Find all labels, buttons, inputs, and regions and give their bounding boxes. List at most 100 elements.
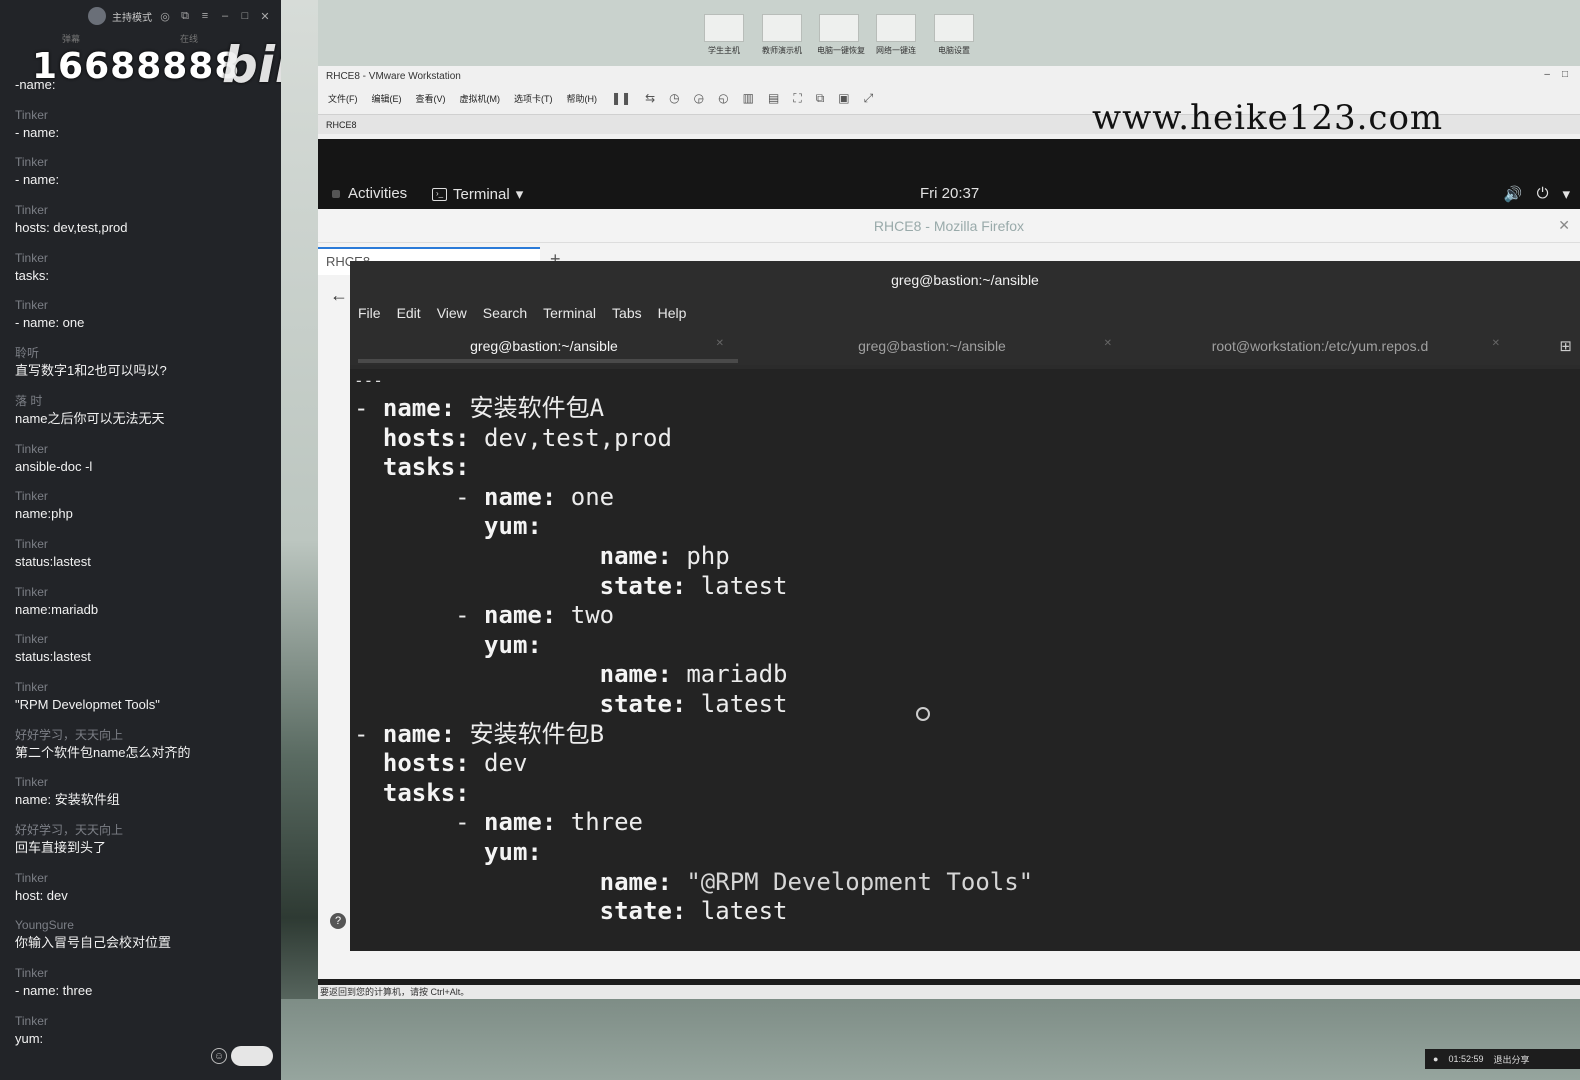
terminal-tab[interactable]: greg@bastion:~/ansible ✕ xyxy=(738,327,1126,365)
send-toggle[interactable] xyxy=(231,1046,273,1066)
chat-username[interactable]: Tinker xyxy=(15,249,275,267)
desktop-icon[interactable]: 电脑设置 xyxy=(932,14,976,55)
menu-tabs[interactable]: Tabs xyxy=(612,305,642,321)
pause-icon[interactable]: ❚❚ xyxy=(611,91,631,105)
chat-username[interactable]: Tinker xyxy=(15,153,275,171)
console-icon[interactable]: ▣ xyxy=(838,91,849,105)
activities-label: Activities xyxy=(348,185,408,202)
menu-vm[interactable]: 虚拟机(M) xyxy=(460,92,501,105)
chat-message: Tinker status:lastest xyxy=(15,630,275,678)
unity-icon[interactable]: ⧉ xyxy=(816,91,825,106)
minimize-icon[interactable]: – xyxy=(1544,69,1550,80)
menu-icon[interactable]: ≡ xyxy=(198,9,212,23)
emoji-icon[interactable]: ☺ xyxy=(211,1048,227,1064)
vmware-statusbar: 要返回到您的计算机，请按 Ctrl+Alt。 xyxy=(318,985,1580,999)
terminal-line: yum: xyxy=(354,838,1580,868)
activities-button[interactable]: Activities xyxy=(332,185,407,202)
stop-share-button[interactable]: 退出分享 xyxy=(1493,1053,1529,1066)
close-icon[interactable]: ✕ xyxy=(1104,338,1112,349)
desktop-icon[interactable]: 网络一键连 xyxy=(874,14,918,55)
close-icon[interactable]: ✕ xyxy=(1492,338,1500,349)
back-arrow-icon[interactable]: ← xyxy=(330,285,348,306)
stretch-icon[interactable]: ⤢ xyxy=(864,91,874,106)
menu-edit[interactable]: Edit xyxy=(397,305,421,321)
chat-username[interactable]: Tinker xyxy=(15,201,275,219)
chat-username[interactable]: 好好学习，天天向上 xyxy=(15,726,275,744)
sidebar-icon[interactable]: ▥ xyxy=(743,91,754,105)
revert-snapshot-icon[interactable]: ◶ xyxy=(694,91,704,105)
menu-help[interactable]: 帮助(H) xyxy=(567,92,598,105)
avatar[interactable] xyxy=(88,7,106,25)
snapshot-manager-icon[interactable]: ◵ xyxy=(718,91,728,105)
terminal-tab[interactable]: root@workstation:/etc/yum.repos.d ✕ xyxy=(1126,327,1514,365)
close-icon[interactable]: ✕ xyxy=(258,9,272,23)
terminal-line: hosts: dev,test,prod xyxy=(354,424,1580,454)
maximize-icon[interactable]: □ xyxy=(238,9,252,23)
chat-username[interactable]: Tinker xyxy=(15,487,275,505)
minimize-icon[interactable]: – xyxy=(218,9,232,23)
popout-icon[interactable]: ⧉ xyxy=(178,9,192,23)
chat-username[interactable]: Tinker xyxy=(15,773,275,791)
chat-username[interactable]: Tinker xyxy=(15,630,275,648)
terminal-line: hosts: dev xyxy=(354,749,1580,779)
menu-file[interactable]: 文件(F) xyxy=(328,92,358,105)
chat-username[interactable]: Tinker xyxy=(15,106,275,124)
thumbnail-icon[interactable]: ▤ xyxy=(768,91,779,105)
terminal-line: --- xyxy=(354,371,383,390)
desktop-icon[interactable]: 学生主机 xyxy=(702,14,746,55)
yaml-colon: : xyxy=(455,453,470,482)
volume-icon: 🔊 xyxy=(1503,186,1523,203)
chat-text: name之后你可以无法无天 xyxy=(15,410,165,426)
menu-edit[interactable]: 编辑(E) xyxy=(372,92,402,105)
help-icon[interactable]: ? xyxy=(330,913,346,929)
yaml-indent xyxy=(354,453,383,481)
yaml-colon: : xyxy=(671,897,687,926)
fullscreen-icon[interactable]: ⛶ xyxy=(793,91,801,106)
yaml-key: name xyxy=(382,719,441,748)
close-icon[interactable]: ✕ xyxy=(1558,217,1570,234)
record-icon: ● xyxy=(1433,1054,1439,1064)
desktop-icon[interactable]: 电脑一键恢复 xyxy=(817,14,865,55)
terminal-line: state: latest xyxy=(354,572,1580,602)
menu-terminal[interactable]: Terminal xyxy=(543,305,596,321)
chat-username[interactable]: 好好学习，天天向上 xyxy=(15,821,275,839)
snapshot-icon[interactable]: ◷ xyxy=(669,91,679,105)
menu-view[interactable]: View xyxy=(437,305,467,321)
tab-online[interactable]: 在线 xyxy=(180,32,198,46)
chat-username[interactable]: Tinker xyxy=(15,964,275,982)
terminal-content[interactable]: --- - name: 安装软件包A hosts: dev,test,prod t… xyxy=(350,369,1580,951)
new-tab-icon[interactable]: ⊞ xyxy=(1559,337,1572,355)
app-menu[interactable]: ›_ Terminal ▾ xyxy=(432,185,523,203)
menu-file[interactable]: File xyxy=(358,305,381,321)
chat-username[interactable]: 聆听 xyxy=(15,344,275,362)
yaml-value: two xyxy=(556,601,615,630)
menu-search[interactable]: Search xyxy=(483,305,527,321)
chat-text: "RPM Developmet Tools" xyxy=(15,696,160,712)
power-icon: ⏻ xyxy=(1536,185,1549,202)
chat-username[interactable]: Tinker xyxy=(15,869,275,887)
chat-username[interactable]: 落 时 xyxy=(15,392,275,410)
chat-username[interactable]: Tinker xyxy=(15,535,275,553)
chat-username[interactable]: Tinker xyxy=(15,1012,275,1030)
menu-tabs[interactable]: 选项卡(T) xyxy=(514,92,553,105)
desktop-icon[interactable]: 教师演示机 xyxy=(760,14,804,55)
menu-help[interactable]: Help xyxy=(658,305,687,321)
terminal-tab[interactable]: greg@bastion:~/ansible ✕ xyxy=(350,327,738,365)
system-tray[interactable]: 🔊 ⏻ ▾ xyxy=(1504,185,1570,203)
chat-username[interactable]: Tinker xyxy=(15,583,275,601)
send-keys-icon[interactable]: ⇆ xyxy=(645,91,655,105)
vm-tab[interactable]: RHCE8 xyxy=(326,120,357,130)
menu-view[interactable]: 查看(V) xyxy=(416,92,446,105)
chat-username[interactable]: Tinker xyxy=(15,440,275,458)
chat-username[interactable]: Tinker xyxy=(15,296,275,314)
yaml-colon: : xyxy=(671,689,687,718)
maximize-icon[interactable]: □ xyxy=(1562,69,1568,80)
chat-username[interactable]: YoungSure xyxy=(15,916,275,934)
close-icon[interactable]: ✕ xyxy=(716,338,724,349)
terminal-line: - name: 安装软件包B xyxy=(354,720,1580,750)
settings-icon[interactable]: ◎ xyxy=(158,9,172,23)
clock[interactable]: Fri 20:37 xyxy=(920,185,979,202)
tab-danmaku[interactable]: 弹幕 xyxy=(62,32,80,46)
yaml-colon: : xyxy=(527,630,542,659)
chat-username[interactable]: Tinker xyxy=(15,678,275,696)
